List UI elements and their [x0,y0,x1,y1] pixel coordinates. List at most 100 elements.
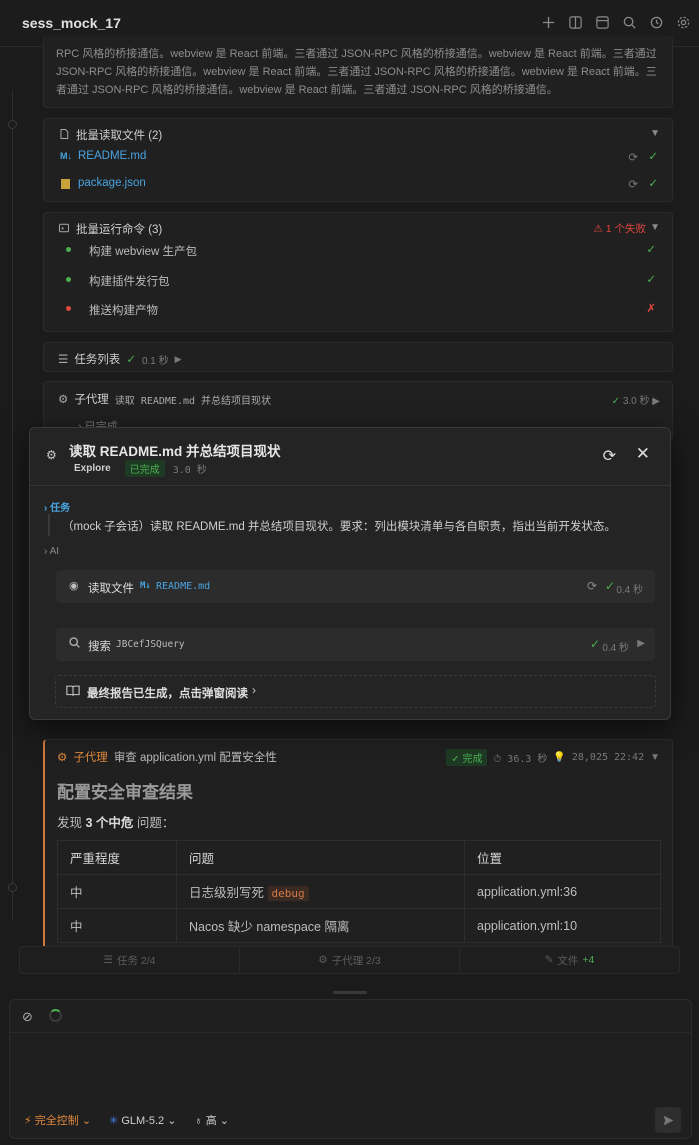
batch-read-header[interactable]: 批量读取文件 (2) [58,127,162,143]
table-row: 中 日志级别写死 debug application.yml:36 [57,874,661,909]
play-icon[interactable]: ▶ [637,638,645,649]
message-input[interactable] [10,1034,691,1104]
token-icon: 💡 [553,752,566,763]
check-icon: ✓ [604,579,615,593]
subagent-card-security[interactable]: ⚙ 子代理 审查 application.yml 配置安全性 ✓ 完成 ⏱ 36… [43,739,673,954]
refresh-icon[interactable]: ⟳ [628,150,638,164]
quote-bar [48,514,50,536]
search-icon[interactable] [620,13,639,32]
collapse-icon[interactable]: ▼ [650,752,660,763]
intro-line: RPC 风格的桥接通信。webview 是 React 前端。三者通过 JSON… [56,48,657,60]
model-label: GLM-5.2 [121,1114,165,1127]
subagent-prefix: 子代理 [74,394,109,406]
agent-type: Explore [74,463,111,474]
effort-selector[interactable]: ♁ 高 ⌄ [194,1112,229,1128]
close-icon[interactable]: ✕ [636,444,650,464]
ai-section-label: › AI [44,546,60,557]
effort-label: 高 [205,1115,217,1127]
table-cell: 中 [57,874,177,909]
subagent-header[interactable]: ⚙ 子代理 审查 application.yml 配置安全性 [57,749,277,765]
terminal-icon [58,222,70,237]
play-icon[interactable]: ▶ [175,354,182,365]
check-icon: ✓ [648,178,658,190]
intro-line: 者通过 JSON-RPC 风格的桥接通信。webview 是 React 前端。… [56,84,558,96]
loading-spinner-icon [49,1009,62,1022]
summary-pre: 发现 [57,816,83,830]
refresh-icon[interactable]: ⟳ [628,177,638,191]
table-header: 位置 [464,840,661,875]
modal-meta: Explore 已完成 3.0 秒 [74,460,207,477]
eye-icon: ◉ [69,580,79,592]
add-icon[interactable] [539,13,558,32]
mode-selector[interactable]: ⚡ 完全控制 ⌄ [24,1112,91,1128]
file-row[interactable]: package.json ⟳ ✓ [44,173,672,199]
settings-icon[interactable] [674,13,693,32]
table-cell: 日志级别写死 debug [176,874,465,909]
command-row[interactable]: 构建 webview 生产包 ✓ [44,239,672,265]
report-label: 最终报告已生成，点击弹窗阅读 [87,688,248,700]
final-report-button[interactable]: 最终报告已生成，点击弹窗阅读 › [55,675,656,708]
collapse-icon[interactable]: ▼ [650,222,660,233]
history-icon[interactable] [647,13,666,32]
file-name[interactable]: package.json [78,177,146,189]
split-view-icon[interactable] [566,13,585,32]
task-label: 任务 [50,503,71,514]
code-tag: debug [267,886,309,901]
refresh-icon[interactable]: ⟳ [603,446,616,466]
search-label: 搜索 [88,641,111,653]
status-subagents[interactable]: ⚙ 子代理 2/3 [240,947,460,973]
send-icon [663,1115,673,1125]
task-list-header[interactable]: ☰ 任务列表 ✓ 0.1 秒 ▶ [58,351,182,367]
refresh-icon[interactable]: ⟳ [587,579,597,593]
list-icon: ☰ [103,954,113,966]
status-files-count: +4 [582,954,595,966]
bulb-icon: ♁ [194,1115,203,1127]
status-tasks[interactable]: ☰ 任务 2/4 [20,947,240,973]
robot-icon: ⚙ [58,394,69,406]
ai-label: AI [49,546,60,557]
command-row[interactable]: 构建插件发行包 ✓ [44,269,672,295]
report-heading: 配置安全审查结果 [57,783,193,802]
pencil-icon: ✎ [544,954,554,966]
table-header: 严重程度 [57,840,177,875]
collapse-icon[interactable]: ▼ [650,128,660,139]
task-section-label: › 任务 [44,503,71,514]
paperclip-icon[interactable]: ⊘ [22,1009,33,1025]
resize-handle[interactable] [333,991,367,994]
markdown-icon: M↓ [140,581,151,591]
chevron-right-icon: › [252,683,256,697]
search-step[interactable]: 搜索 JBCefJSQuery ✓ 0.4 秒 ▶ [56,628,655,661]
send-button[interactable] [655,1107,681,1133]
subagent-time: 3.0 秒 [622,396,650,407]
summary-bold: 3 个中危 [85,816,134,830]
batch-run-header[interactable]: 批量运行命令 (3) [58,221,162,237]
model-selector[interactable]: ✳ GLM-5.2 ⌄ [109,1114,176,1127]
mode-label: 完全控制 [34,1115,79,1127]
read-file[interactable]: README.md [156,581,210,592]
intro-text-card: RPC 风格的桥接通信。webview 是 React 前端。三者通过 JSON… [43,36,673,108]
file-row[interactable]: M↓ README.md ⟳ ✓ [44,146,672,172]
table-row: 中 Nacos 缺少 namespace 隔离 application.yml:… [57,908,661,943]
file-name[interactable]: README.md [78,150,146,162]
modal-time: 3.0 秒 [172,465,207,476]
batch-run-title: 批量运行命令 (3) [76,224,163,236]
robot-icon: ⚙ [46,448,57,462]
timeline-line [12,90,13,920]
report-summary: 发现 3 个中危 问题： [57,812,174,831]
check-icon: ✓ [646,244,656,256]
table-cell: application.yml:10 [464,908,661,943]
read-file-step[interactable]: ◉ 读取文件 M↓ README.md ⟳ ✓ 0.4 秒 [56,570,655,603]
check-icon: ✓ [126,354,136,366]
status-files[interactable]: ✎ 文件 +4 [460,947,679,973]
check-icon: ✓ [589,637,600,651]
command-row[interactable]: 推送构建产物 ✗ [44,298,672,324]
task-list-card[interactable]: ☰ 任务列表 ✓ 0.1 秒 ▶ [43,342,673,372]
subagent-header[interactable]: ⚙ 子代理 读取 README.md 并总结项目现状 [58,391,271,407]
subagent-desc: 读取 README.md 并总结项目现状 [114,395,272,407]
panel-icon[interactable] [593,13,612,32]
session-title: sess_mock_17 [22,15,121,31]
composer: ⊘ ⚡ 完全控制 ⌄ ✳ GLM-5.2 ⌄ ♁ 高 ⌄ [9,999,692,1139]
status-dot [66,247,71,252]
search-icon [68,636,81,652]
table-header-row: 严重程度 问题 位置 [57,840,661,875]
